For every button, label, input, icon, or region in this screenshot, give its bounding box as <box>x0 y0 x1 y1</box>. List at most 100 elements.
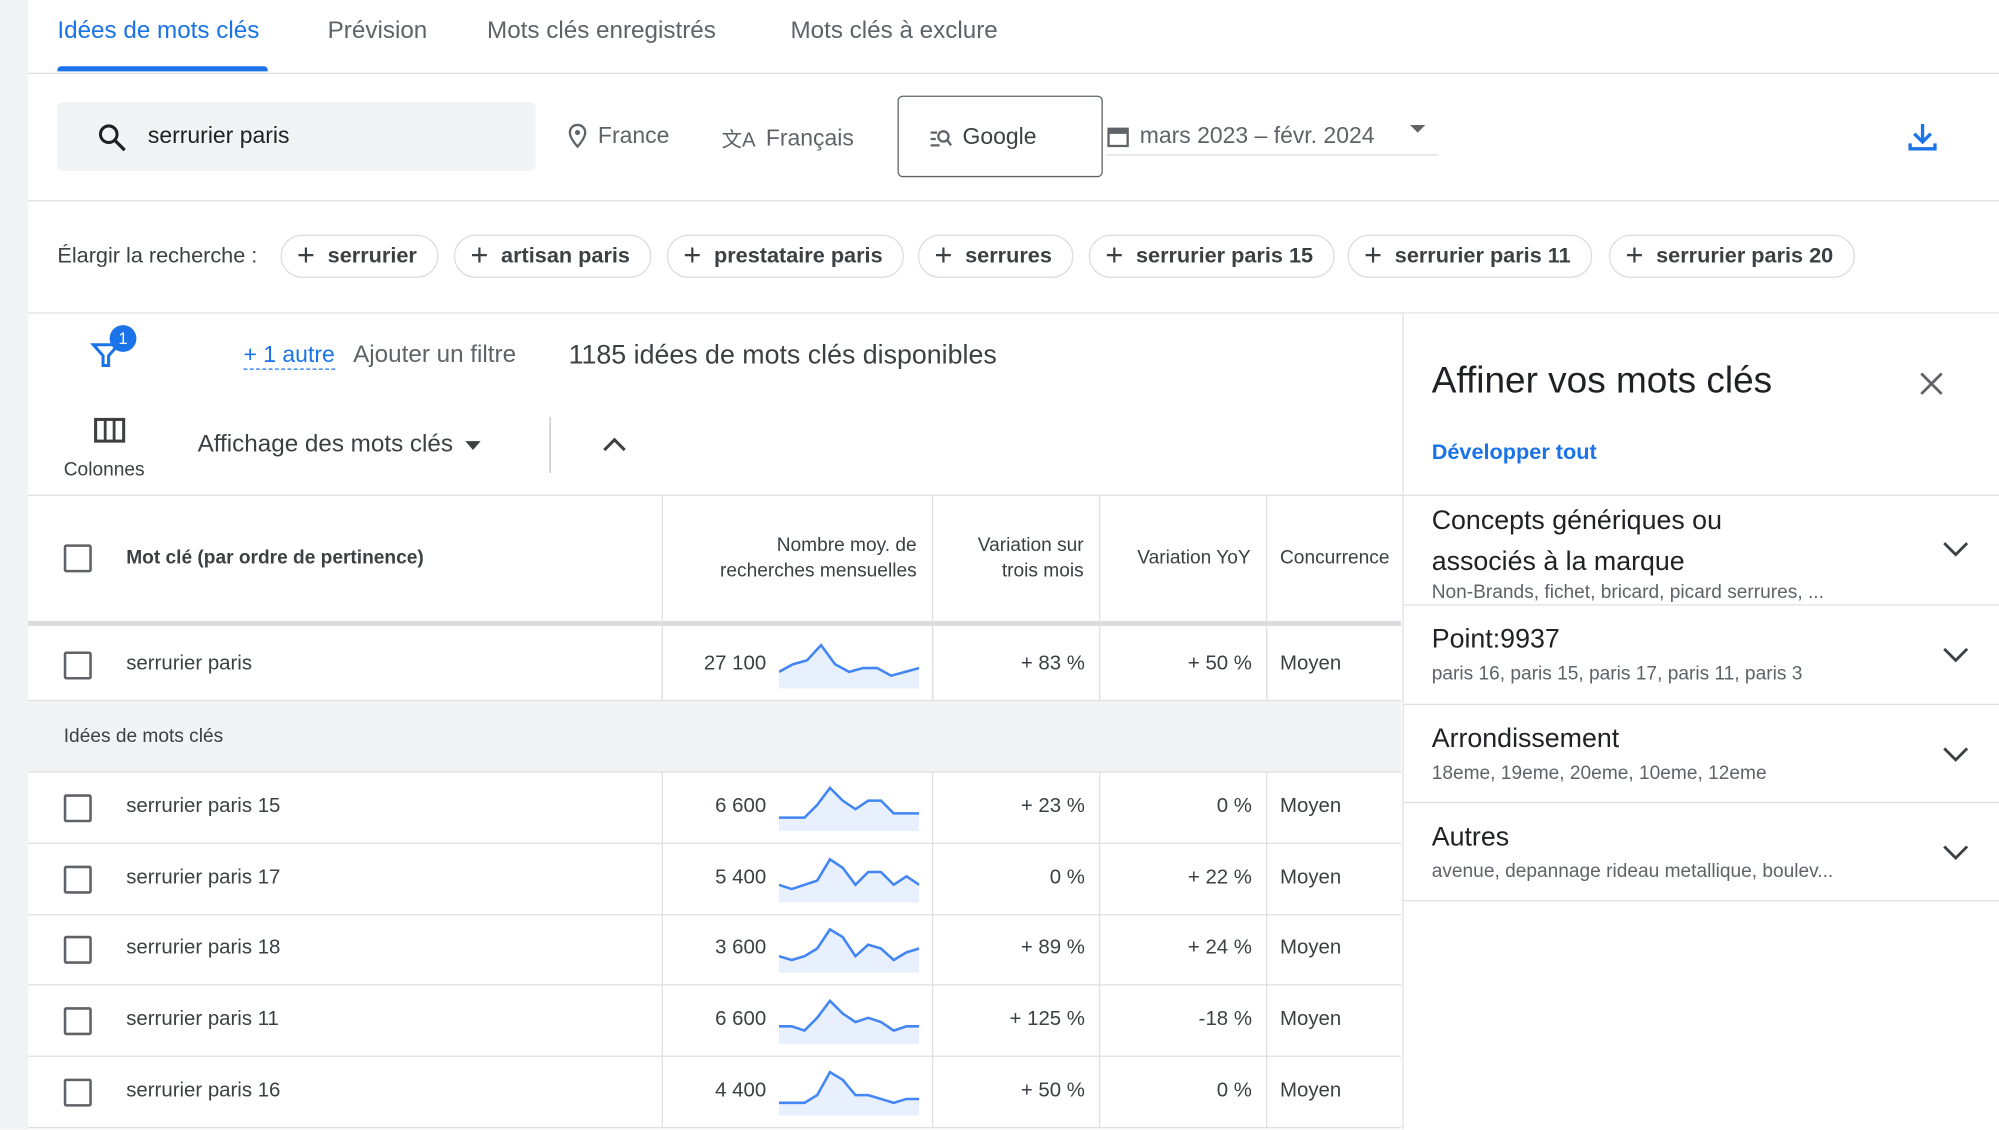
network-label: Google <box>962 123 1037 150</box>
chip-label: serrurier paris 20 <box>1656 243 1834 268</box>
three-month-change-cell: + 125 % <box>1009 1008 1085 1031</box>
broaden-chip[interactable]: + serrurier paris 20 <box>1608 234 1855 278</box>
columns-button[interactable]: Colonnes <box>61 414 163 484</box>
row-checkbox[interactable] <box>63 936 92 965</box>
table-row[interactable]: serrurier paris 27 100 + 83 % + 50 % Moy… <box>28 629 1402 702</box>
filter-button[interactable]: 1 <box>89 325 140 373</box>
refine-section-other[interactable]: Autres avenue, depannage rideau metalliq… <box>1403 801 1999 902</box>
header-line: Nombre moy. de <box>776 534 917 556</box>
competition-cell: Moyen <box>1279 795 1342 818</box>
date-range-selector[interactable]: mars 2023 – févr. 2024 <box>1106 117 1439 156</box>
select-all-checkbox[interactable] <box>63 544 92 573</box>
close-icon[interactable] <box>1917 370 1945 398</box>
keyword-cell: serrurier paris 17 <box>126 866 281 889</box>
section-title: Concepts génériques ou associés à la marq… <box>1432 501 1722 583</box>
plus-icon: + <box>297 238 315 273</box>
column-divider <box>661 494 663 702</box>
network-selector[interactable]: Google <box>897 95 1103 178</box>
table-row[interactable]: serrurier paris 16 4 400 + 50 % 0 % Moye… <box>28 1056 1402 1129</box>
refine-section-arrondissement[interactable]: Arrondissement 18eme, 19eme, 20eme, 10em… <box>1403 703 1999 802</box>
row-checkbox[interactable] <box>63 651 92 680</box>
chevron-down-icon <box>1943 845 1969 860</box>
competition-cell: Moyen <box>1279 937 1342 960</box>
chevron-down-icon <box>1943 647 1969 663</box>
row-checkbox[interactable] <box>63 865 92 894</box>
title-line: associés à la marque <box>1431 546 1685 577</box>
broaden-chip[interactable]: + serrurier paris 15 <box>1088 234 1335 278</box>
refine-section-brands[interactable]: Concepts génériques ou associés à la marq… <box>1403 494 1999 605</box>
column-header-yoy-change[interactable]: Variation YoY <box>1137 546 1250 571</box>
three-month-change-cell: + 89 % <box>1020 937 1085 960</box>
table-row[interactable]: serrurier paris 11 6 600 + 125 % -18 % M… <box>28 985 1402 1058</box>
chip-label: serrurier <box>327 243 417 268</box>
header-divider <box>28 620 1402 626</box>
tab-keyword-ideas[interactable]: Idées de mots clés <box>57 0 259 73</box>
keyword-cell: serrurier paris 18 <box>126 937 281 960</box>
keyword-cell: serrurier paris <box>126 652 253 675</box>
language-label: Français <box>765 124 854 150</box>
collapse-chevron-up-icon[interactable] <box>600 433 628 453</box>
row-checkbox[interactable] <box>63 1007 92 1036</box>
column-header-competition[interactable]: Concurrence <box>1280 546 1390 571</box>
keyword-count: 1185 idées de mots clés disponibles <box>568 340 997 370</box>
search-value: serrurier paris <box>147 122 290 148</box>
column-divider <box>1098 494 1101 702</box>
trend-sparkline <box>778 643 920 689</box>
language-selector[interactable]: 文A Français <box>722 122 854 153</box>
view-label: Affichage des mots clés <box>197 430 453 458</box>
chip-label: artisan paris <box>501 243 630 268</box>
plus-icon: + <box>1105 238 1124 273</box>
columns-label: Colonnes <box>63 458 145 481</box>
avg-searches-cell: 5 400 <box>715 866 767 889</box>
columns-icon <box>94 417 126 443</box>
translate-icon: 文A <box>721 130 756 152</box>
yoy-change-cell: 0 % <box>1216 1079 1252 1102</box>
sparkline-area <box>778 1071 920 1116</box>
broaden-chip[interactable]: + serrures <box>917 234 1074 278</box>
competition-cell: Moyen <box>1279 866 1342 889</box>
date-range-label: mars 2023 – févr. 2024 <box>1139 122 1375 148</box>
divider <box>549 416 551 473</box>
broaden-search-label: Élargir la recherche : <box>57 243 258 268</box>
table-row[interactable]: serrurier paris 18 3 600 + 89 % + 24 % M… <box>28 914 1402 986</box>
plus-icon: + <box>1364 238 1383 273</box>
keyword-view-dropdown[interactable]: Affichage des mots clés <box>197 430 482 459</box>
column-header-keyword[interactable]: Mot clé (par ordre de pertinence) <box>126 547 424 569</box>
divider <box>28 494 1403 496</box>
row-checkbox[interactable] <box>63 1078 92 1107</box>
keyword-cell: serrurier paris 16 <box>126 1079 281 1102</box>
broaden-chip[interactable]: + serrurier paris 11 <box>1347 234 1593 278</box>
column-header-three-month-change[interactable]: Variation sur trois mois <box>978 533 1084 584</box>
row-checkbox[interactable] <box>63 794 92 823</box>
section-subtitle: Non-Brands, fichet, bricard, picard serr… <box>1431 581 1824 604</box>
refine-section-point[interactable]: Point:9937 paris 16, paris 15, paris 17,… <box>1403 604 1999 703</box>
divider <box>28 200 1999 202</box>
keyword-cell: serrurier paris 11 <box>126 1008 279 1031</box>
yoy-change-cell: -18 % <box>1198 1008 1252 1031</box>
add-filter-button[interactable]: Ajouter un filtre <box>353 342 516 370</box>
expand-all-link[interactable]: Développer tout <box>1432 440 1597 465</box>
tab-saved-keywords[interactable]: Mots clés enregistrés <box>487 0 716 73</box>
trend-sparkline <box>778 928 920 974</box>
table-row[interactable]: serrurier paris 17 5 400 0 % + 22 % Moye… <box>28 843 1402 915</box>
trend-sparkline <box>778 785 920 832</box>
three-month-change-cell: + 50 % <box>1020 1079 1085 1102</box>
download-icon[interactable] <box>1906 120 1939 153</box>
chip-label: serrures <box>965 243 1052 268</box>
dropdown-arrow-icon <box>465 440 482 450</box>
table-row[interactable]: serrurier paris 15 6 600 + 23 % 0 % Moye… <box>28 772 1402 844</box>
column-header-avg-searches[interactable]: Nombre moy. de recherches mensuelles <box>720 533 917 584</box>
more-filters-link[interactable]: + 1 autre <box>243 342 335 370</box>
location-selector[interactable]: France <box>567 122 669 149</box>
search-input[interactable]: serrurier paris <box>57 101 536 171</box>
broaden-chip[interactable]: + prestataire paris <box>666 234 905 278</box>
calendar-icon <box>1107 126 1129 147</box>
tab-forecast[interactable]: Prévision <box>328 0 428 73</box>
broaden-chip[interactable]: + artisan paris <box>453 234 652 278</box>
search-icon <box>98 124 126 152</box>
three-month-change-cell: + 83 % <box>1020 652 1085 675</box>
tab-negative-keywords[interactable]: Mots clés à exclure <box>790 0 997 73</box>
column-divider <box>1265 494 1268 702</box>
yoy-change-cell: + 50 % <box>1187 652 1252 675</box>
broaden-chip[interactable]: + serrurier <box>280 234 439 278</box>
